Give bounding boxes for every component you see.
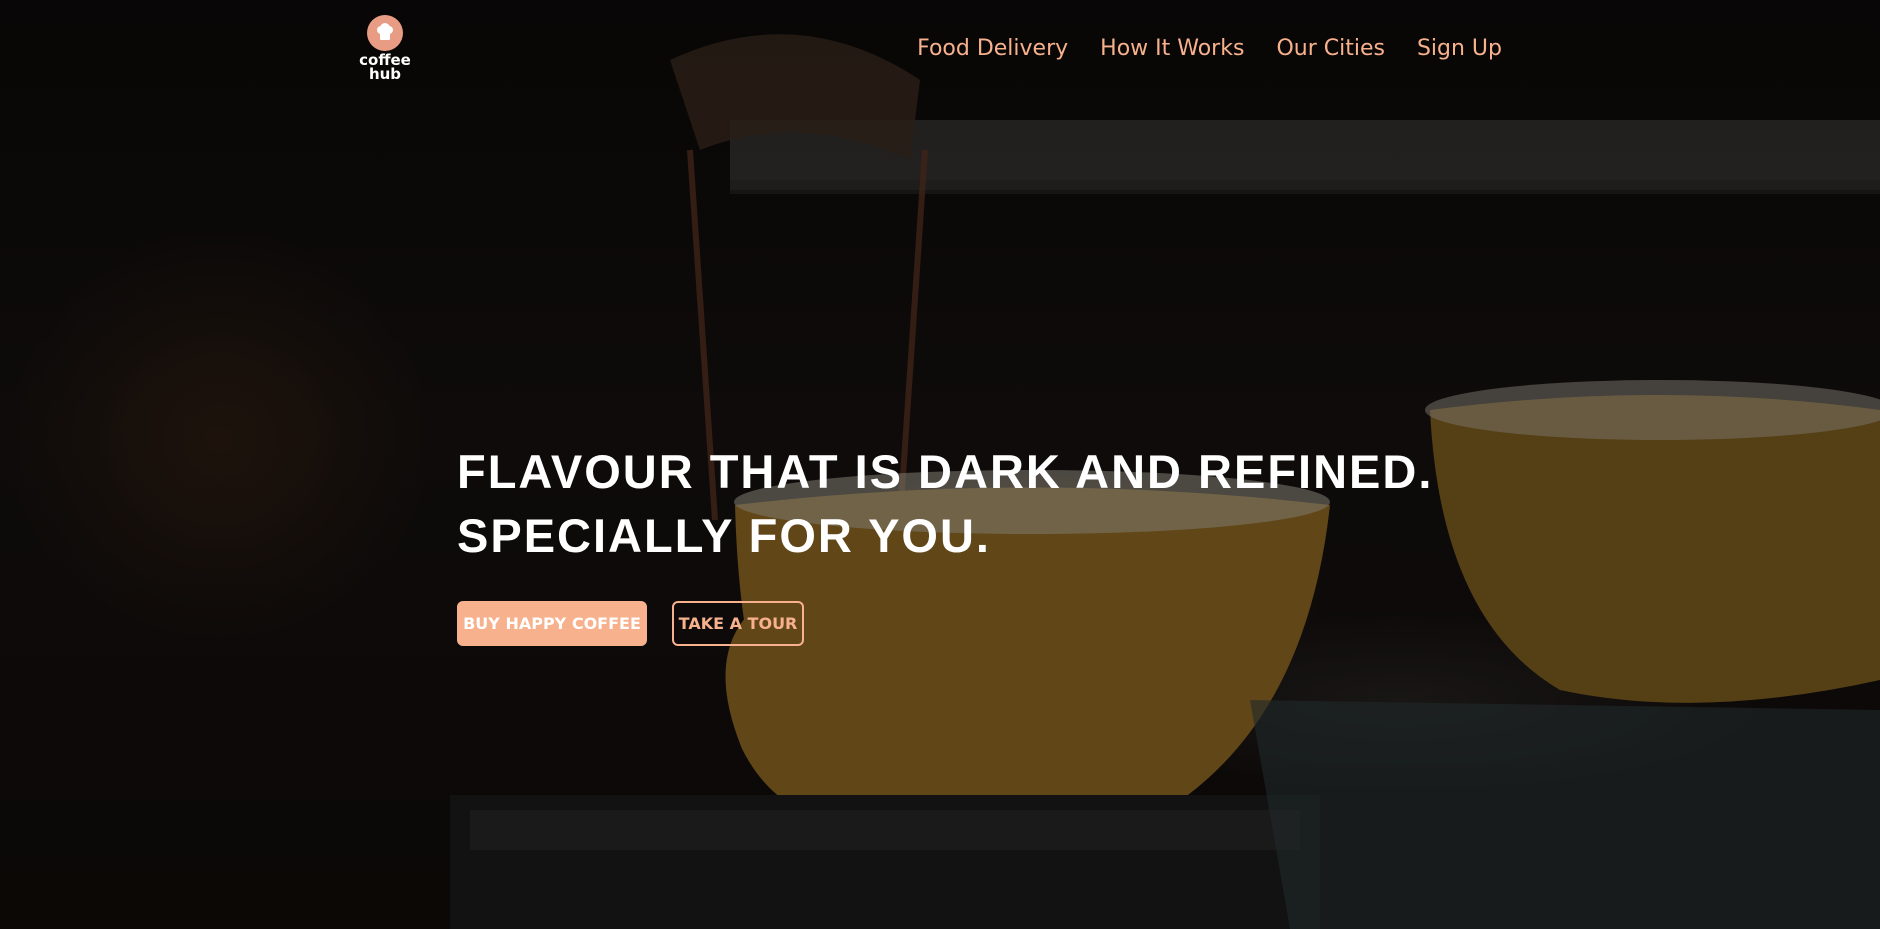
nav-link-sign-up[interactable]: Sign Up bbox=[1417, 36, 1502, 61]
nav-link-food-delivery[interactable]: Food Delivery bbox=[917, 36, 1068, 61]
nav-links: Food Delivery How It Works Our Cities Si… bbox=[917, 36, 1502, 61]
hero-headline-line-1: FLAVOUR THAT IS DARK AND REFINED. bbox=[457, 445, 1434, 498]
hero-section: coffee hub Food Delivery How It Works Ou… bbox=[0, 0, 1880, 929]
logo-text: coffee hub bbox=[359, 51, 411, 83]
nav-link-our-cities[interactable]: Our Cities bbox=[1276, 36, 1385, 61]
hero-headline: FLAVOUR THAT IS DARK AND REFINED. SPECIA… bbox=[457, 440, 1433, 568]
cta-buttons: BUY HAPPY COFFEE TAKE A TOUR bbox=[457, 601, 804, 646]
take-a-tour-button[interactable]: TAKE A TOUR bbox=[672, 601, 804, 646]
chef-hat-icon bbox=[367, 15, 403, 51]
hero-headline-line-2: SPECIALLY FOR YOU. bbox=[457, 509, 991, 562]
buy-happy-coffee-button[interactable]: BUY HAPPY COFFEE bbox=[457, 601, 647, 646]
coffee-hub-logo[interactable]: coffee hub bbox=[355, 15, 415, 85]
top-navigation: coffee hub Food Delivery How It Works Ou… bbox=[0, 0, 1880, 100]
nav-link-how-it-works[interactable]: How It Works bbox=[1100, 36, 1244, 61]
